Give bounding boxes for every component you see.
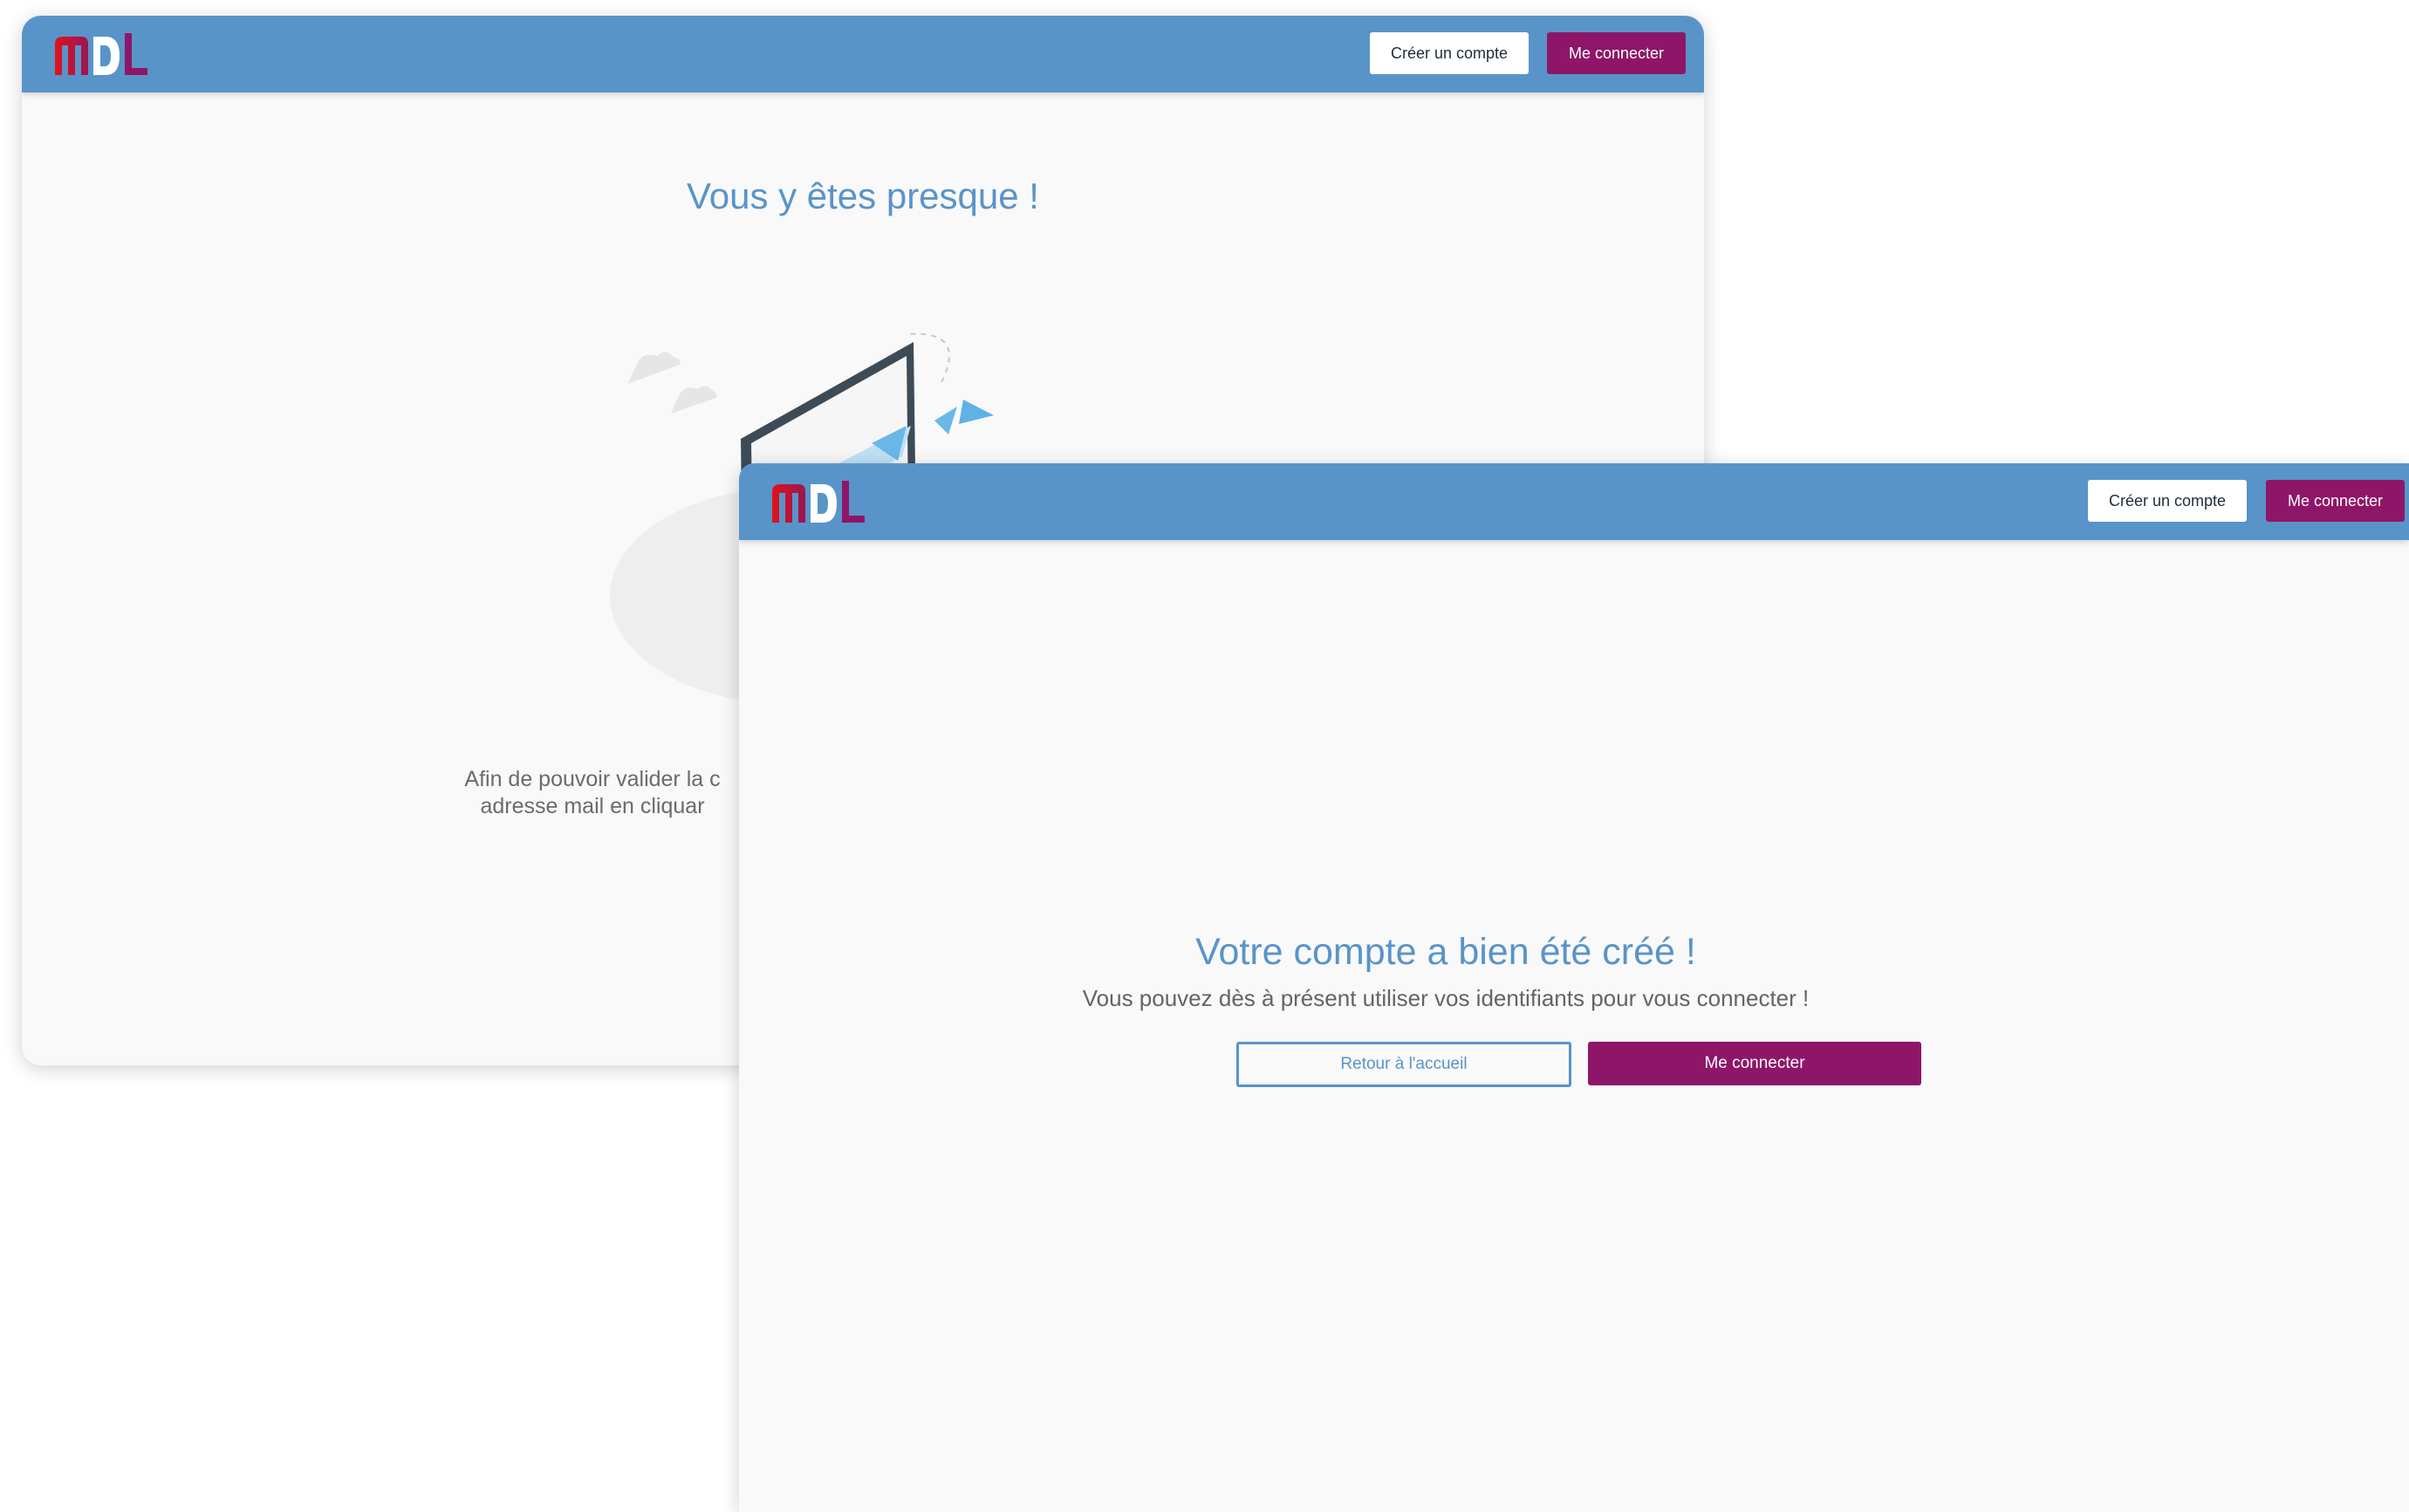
instruction-line-2: adresse mail en cliquar: [480, 794, 705, 818]
login-button[interactable]: Me connecter: [2266, 480, 2405, 522]
header-bar: Créer un compte Me connecter: [739, 463, 2409, 540]
instruction-text: Afin de pouvoir valider la c adresse mai…: [444, 766, 741, 820]
create-account-button[interactable]: Créer un compte: [1370, 32, 1529, 74]
create-account-button[interactable]: Créer un compte: [2088, 480, 2247, 522]
instruction-line-1: Afin de pouvoir valider la c: [464, 767, 721, 791]
back-home-button[interactable]: Retour à l'accueil: [1236, 1042, 1571, 1087]
confirmation-subtitle: Vous pouvez dès à présent utiliser vos i…: [1082, 985, 1810, 1011]
mdl-logo[interactable]: [55, 31, 151, 79]
page-title: Votre compte a bien été créé !: [1195, 931, 1696, 973]
mdl-logo[interactable]: [772, 479, 868, 526]
account-created-window: Créer un compte Me connecter Votre compt…: [739, 463, 2409, 1512]
page-title: Vous y êtes presque !: [687, 175, 1039, 216]
header-bar: Créer un compte Me connecter: [22, 16, 1704, 92]
login-main-button[interactable]: Me connecter: [1588, 1042, 1921, 1085]
login-button[interactable]: Me connecter: [1547, 32, 1686, 74]
